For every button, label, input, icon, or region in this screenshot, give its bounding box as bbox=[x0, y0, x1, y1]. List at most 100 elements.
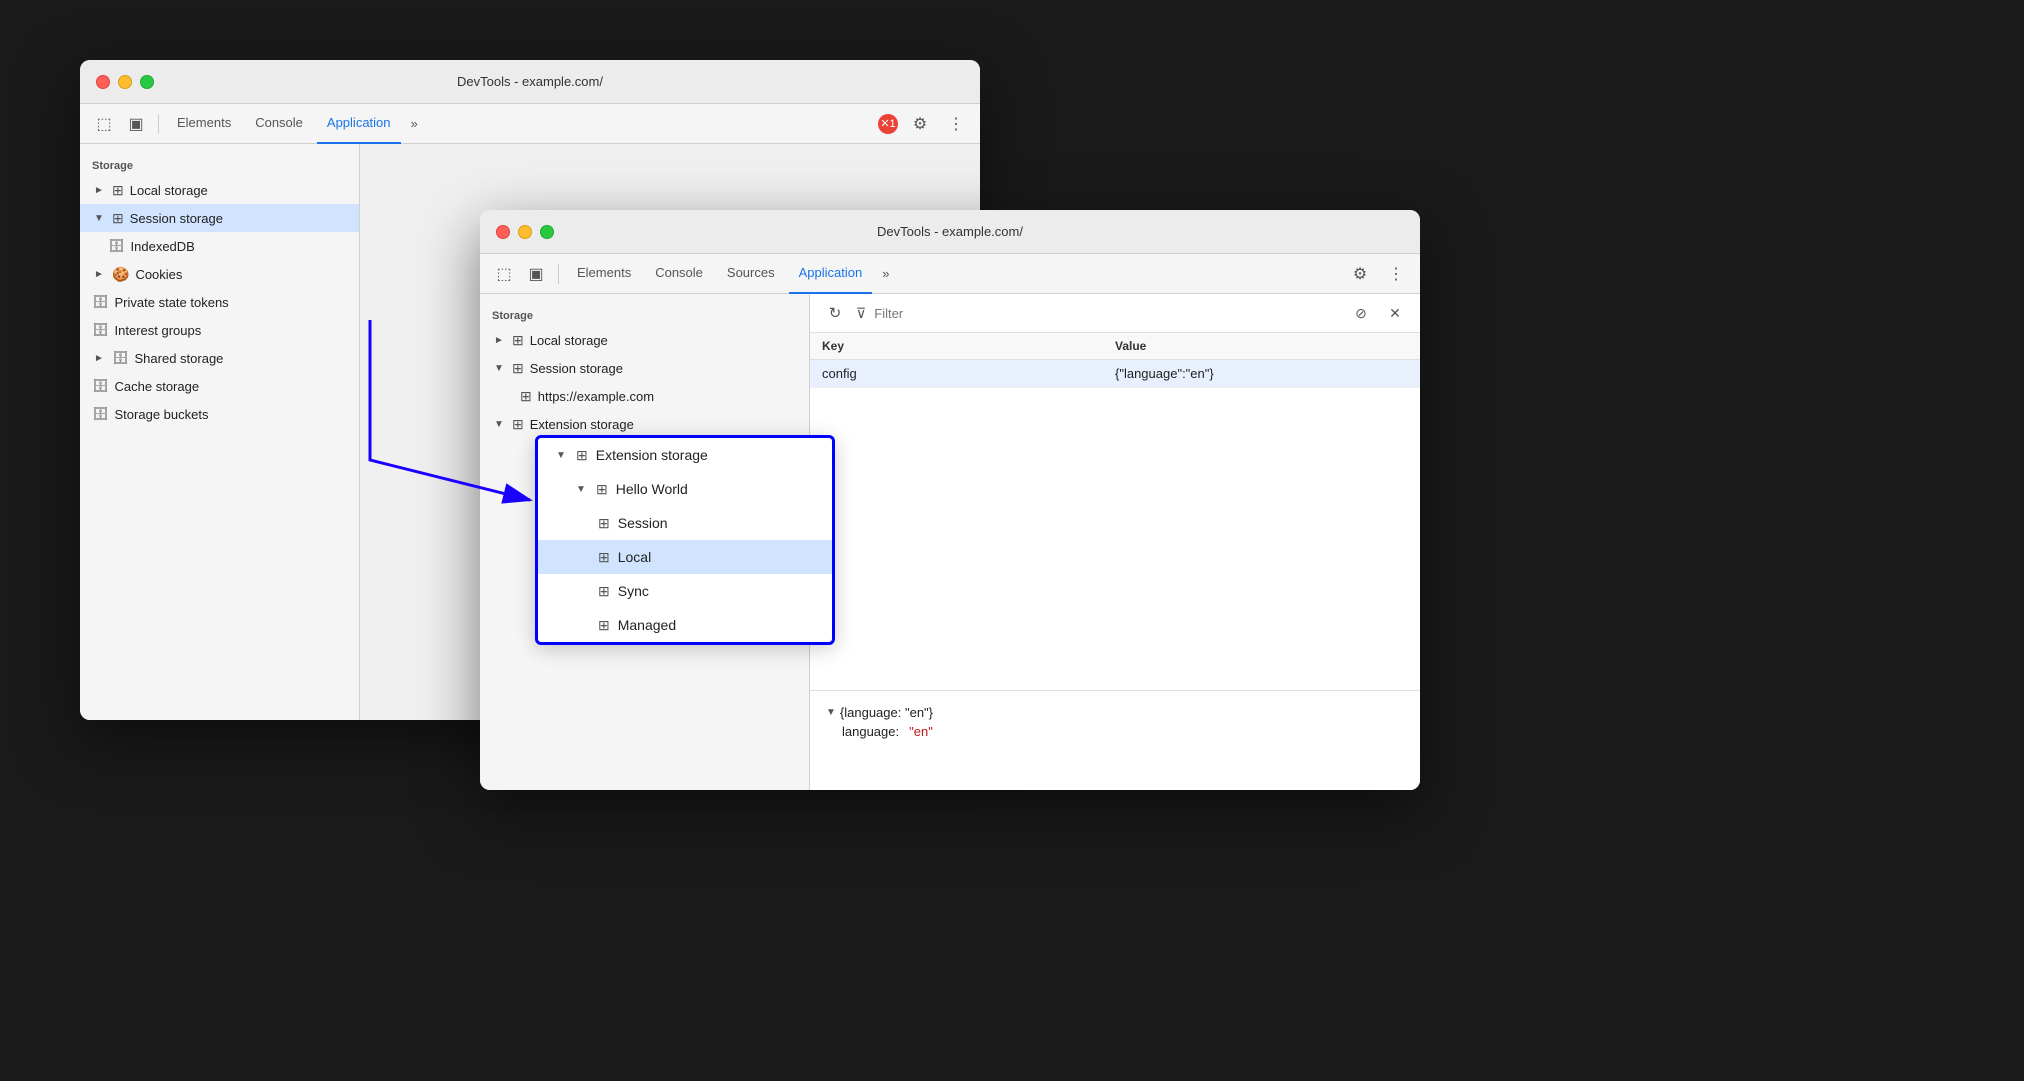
back-settings-icon[interactable]: ⚙ bbox=[906, 110, 934, 138]
back-tab-application[interactable]: Application bbox=[317, 104, 401, 144]
front-preview-panel: ▼ {language: "en"} language: "en" bbox=[810, 690, 1420, 790]
back-tab-elements[interactable]: Elements bbox=[167, 104, 241, 144]
back-toolbar-sep bbox=[158, 114, 159, 134]
ext-local-label: Local bbox=[618, 549, 651, 565]
ext-box-hello-world[interactable]: ▼ ⊞ Hello World bbox=[538, 472, 832, 506]
back-indexeddb-label: IndexedDB bbox=[131, 239, 195, 254]
back-traffic-lights bbox=[96, 75, 154, 89]
front-maximize-button[interactable] bbox=[540, 225, 554, 239]
front-minimize-button[interactable] bbox=[518, 225, 532, 239]
back-minimize-button[interactable] bbox=[118, 75, 132, 89]
ext-box-sync[interactable]: ⊞ Sync bbox=[538, 574, 832, 608]
back-storage-buckets-icon: 🗄 bbox=[92, 406, 109, 422]
front-settings-icon[interactable]: ⚙ bbox=[1346, 260, 1374, 288]
back-tab-more[interactable]: » bbox=[405, 112, 424, 135]
back-inspect-icon[interactable]: ⬚ bbox=[90, 110, 118, 138]
front-sidebar-session-storage[interactable]: ▼ ⊞ Session storage bbox=[480, 354, 809, 382]
back-sidebar-indexeddb[interactable]: 🗄 IndexedDB bbox=[80, 232, 359, 260]
back-toolbar: ⬚ ▣ Elements Console Application » ✕ 1 ⚙… bbox=[80, 104, 980, 144]
front-preview-property-key: language: bbox=[842, 724, 899, 739]
front-filter-bar: ↻ ⊽ ⊘ ✕ bbox=[810, 294, 1420, 333]
front-example-com-grid-icon: ⊞ bbox=[520, 388, 532, 405]
front-toolbar-sep bbox=[558, 264, 559, 284]
front-window-title: DevTools - example.com/ bbox=[877, 224, 1023, 239]
back-maximize-button[interactable] bbox=[140, 75, 154, 89]
front-sidebar-local-storage[interactable]: ► ⊞ Local storage bbox=[480, 326, 809, 354]
front-sidebar-example-com[interactable]: ⊞ https://example.com bbox=[480, 382, 809, 410]
front-toolbar: ⬚ ▣ Elements Console Sources Application… bbox=[480, 254, 1420, 294]
front-filter-close-button[interactable]: ✕ bbox=[1382, 300, 1408, 326]
back-sidebar-shared-storage[interactable]: ► 🗄 Shared storage bbox=[80, 344, 359, 372]
front-tab-console[interactable]: Console bbox=[645, 254, 713, 294]
front-preview-property-value: "en" bbox=[909, 724, 933, 739]
ext-local-grid-icon: ⊞ bbox=[598, 549, 610, 566]
back-cookies-label: Cookies bbox=[135, 267, 182, 282]
back-indexeddb-icon: 🗄 bbox=[108, 238, 125, 254]
back-shared-storage-label: Shared storage bbox=[135, 351, 224, 366]
back-sidebar-session-storage[interactable]: ▼ ⊞ Session storage bbox=[80, 204, 359, 232]
front-sidebar-extension-storage[interactable]: ▼ ⊞ Extension storage bbox=[480, 410, 809, 438]
back-sidebar-cache-storage[interactable]: 🗄 Cache storage bbox=[80, 372, 359, 400]
back-sidebar-private-state-tokens[interactable]: 🗄 Private state tokens bbox=[80, 288, 359, 316]
front-tab-application[interactable]: Application bbox=[789, 254, 873, 294]
ext-box-session[interactable]: ⊞ Session bbox=[538, 506, 832, 540]
back-sidebar: Storage ► ⊞ Local storage ▼ ⊞ Session st… bbox=[80, 144, 360, 720]
extension-storage-box: ▼ ⊞ Extension storage ▼ ⊞ Hello World ⊞ … bbox=[535, 435, 835, 645]
front-tab-more[interactable]: » bbox=[876, 262, 895, 285]
front-extension-storage-grid-icon: ⊞ bbox=[512, 416, 524, 433]
front-session-storage-arrow: ▼ bbox=[492, 363, 506, 374]
back-shared-storage-arrow: ► bbox=[92, 353, 106, 364]
back-cookies-icon: 🍪 bbox=[112, 266, 129, 283]
back-sidebar-interest-groups[interactable]: 🗄 Interest groups bbox=[80, 316, 359, 344]
front-refresh-button[interactable]: ↻ bbox=[822, 300, 848, 326]
back-shared-storage-icon: 🗄 bbox=[112, 350, 129, 366]
front-toolbar-right: ⚙ ⋮ bbox=[1346, 260, 1410, 288]
front-filter-icon: ⊽ bbox=[856, 305, 866, 322]
back-error-count: 1 bbox=[890, 118, 896, 130]
back-session-storage-grid-icon: ⊞ bbox=[112, 210, 124, 227]
back-local-storage-label: Local storage bbox=[130, 183, 208, 198]
front-local-storage-label: Local storage bbox=[530, 333, 608, 348]
front-tab-elements[interactable]: Elements bbox=[567, 254, 641, 294]
front-example-com-label: https://example.com bbox=[538, 389, 654, 404]
back-device-icon[interactable]: ▣ bbox=[122, 110, 150, 138]
ext-box-local[interactable]: ⊞ Local bbox=[538, 540, 832, 574]
front-preview-object-label: {language: "en"} bbox=[840, 705, 933, 720]
front-filter-input[interactable] bbox=[874, 306, 1340, 321]
front-local-storage-arrow: ► bbox=[492, 335, 506, 346]
back-sidebar-storage-buckets[interactable]: 🗄 Storage buckets bbox=[80, 400, 359, 428]
back-pst-icon: 🗄 bbox=[92, 294, 109, 310]
front-preview-object-row: ▼ {language: "en"} bbox=[826, 703, 1404, 722]
ext-managed-label: Managed bbox=[618, 617, 676, 633]
ext-box-managed[interactable]: ⊞ Managed bbox=[538, 608, 832, 642]
front-tab-sources[interactable]: Sources bbox=[717, 254, 785, 294]
back-session-storage-arrow: ▼ bbox=[92, 213, 106, 224]
back-local-storage-arrow: ► bbox=[92, 185, 106, 196]
back-storage-buckets-label: Storage buckets bbox=[115, 407, 209, 422]
ext-box-extension-storage[interactable]: ▼ ⊞ Extension storage bbox=[538, 438, 832, 472]
front-inspect-icon[interactable]: ⬚ bbox=[490, 260, 518, 288]
back-session-storage-label: Session storage bbox=[130, 211, 223, 226]
ext-hello-world-label: Hello World bbox=[616, 481, 688, 497]
front-close-button[interactable] bbox=[496, 225, 510, 239]
front-main-panel: ↻ ⊽ ⊘ ✕ Key Value config {"language":"en… bbox=[810, 294, 1420, 790]
back-close-button[interactable] bbox=[96, 75, 110, 89]
front-extension-storage-arrow: ▼ bbox=[492, 419, 506, 430]
ext-session-label: Session bbox=[618, 515, 668, 531]
front-table-row-0[interactable]: config {"language":"en"} bbox=[810, 360, 1420, 388]
front-filter-clear-button[interactable]: ⊘ bbox=[1348, 300, 1374, 326]
front-more-icon[interactable]: ⋮ bbox=[1382, 260, 1410, 288]
back-sidebar-local-storage[interactable]: ► ⊞ Local storage bbox=[80, 176, 359, 204]
back-more-icon[interactable]: ⋮ bbox=[942, 110, 970, 138]
back-ig-label: Interest groups bbox=[115, 323, 202, 338]
front-preview-property-row: language: "en" bbox=[826, 722, 1404, 741]
back-toolbar-right: ✕ 1 ⚙ ⋮ bbox=[878, 110, 970, 138]
front-key-header: Key bbox=[822, 339, 1115, 353]
back-title-bar: DevTools - example.com/ bbox=[80, 60, 980, 104]
ext-hello-world-arrow: ▼ bbox=[574, 484, 588, 495]
front-title-bar: DevTools - example.com/ bbox=[480, 210, 1420, 254]
back-sidebar-cookies[interactable]: ► 🍪 Cookies bbox=[80, 260, 359, 288]
front-device-icon[interactable]: ▣ bbox=[522, 260, 550, 288]
front-session-storage-label: Session storage bbox=[530, 361, 623, 376]
back-tab-console[interactable]: Console bbox=[245, 104, 313, 144]
